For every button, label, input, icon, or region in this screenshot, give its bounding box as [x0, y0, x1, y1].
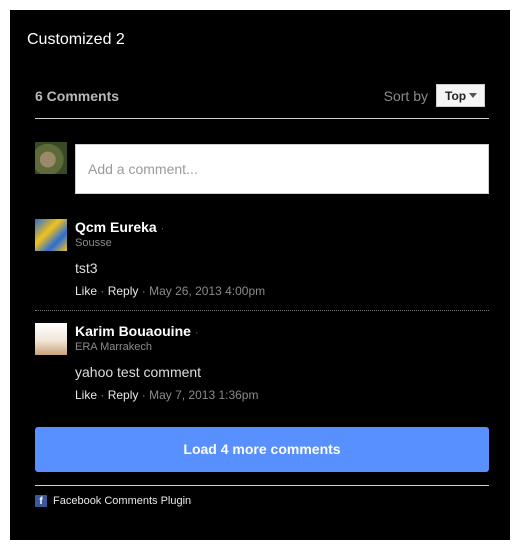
comments-header: 6 Comments Sort by Top	[35, 84, 489, 114]
comment-actions: Like · Reply · May 26, 2013 4:00pm	[75, 284, 265, 298]
separator-dot: ·	[141, 388, 150, 402]
header-divider	[35, 118, 489, 119]
comment-item: Qcm Eureka · Sousse tst3 Like · Reply · M…	[35, 219, 489, 299]
commenter-avatar[interactable]	[35, 323, 67, 355]
commenter-location: Sousse	[75, 237, 112, 249]
commenter-name[interactable]: Qcm Eureka ·	[75, 219, 164, 235]
like-link[interactable]: Like	[75, 388, 97, 402]
comment-count: 6 Comments	[35, 88, 120, 104]
separator-dot: ·	[160, 223, 165, 235]
reply-link[interactable]: Reply	[108, 284, 139, 298]
comments-plugin-panel: Customized 2 6 Comments Sort by Top Add …	[10, 10, 510, 540]
commenter-location: ERA Marrakech	[75, 341, 153, 353]
footer-divider	[35, 485, 489, 486]
comment-text: yahoo test comment	[75, 364, 202, 380]
like-link[interactable]: Like	[75, 284, 97, 298]
separator-dot: ·	[194, 327, 199, 339]
footer-link[interactable]: Facebook Comments Plugin	[53, 495, 191, 507]
commenter-avatar[interactable]	[35, 219, 67, 251]
sort-select[interactable]: Top	[436, 84, 485, 107]
separator-dot: ·	[100, 284, 108, 298]
comment-input[interactable]: Add a comment...	[75, 144, 489, 194]
separator-dot: ·	[100, 388, 108, 402]
commenter-name-text[interactable]: Karim Bouaouine	[75, 323, 191, 339]
comment-timestamp[interactable]: May 26, 2013 4:00pm	[149, 284, 265, 298]
footer: f Facebook Comments Plugin	[35, 495, 191, 508]
commenter-name[interactable]: Karim Bouaouine ·	[75, 323, 199, 339]
chevron-down-icon	[469, 93, 477, 98]
sort-by-label: Sort by	[383, 88, 428, 104]
load-more-button[interactable]: Load 4 more comments	[35, 427, 489, 472]
reply-link[interactable]: Reply	[108, 388, 139, 402]
sort-select-value: Top	[445, 89, 467, 103]
avatar	[35, 142, 67, 174]
page-title: Customized 2	[27, 31, 125, 48]
commenter-name-text[interactable]: Qcm Eureka	[75, 219, 157, 235]
facebook-icon: f	[35, 495, 47, 508]
comment-timestamp[interactable]: May 7, 2013 1:36pm	[149, 388, 258, 402]
comment-item: Karim Bouaouine · ERA Marrakech yahoo tes…	[35, 323, 489, 403]
comment-divider	[35, 310, 489, 311]
separator-dot: ·	[141, 284, 150, 298]
comment-actions: Like · Reply · May 7, 2013 1:36pm	[75, 388, 258, 402]
comment-text: tst3	[75, 260, 98, 276]
